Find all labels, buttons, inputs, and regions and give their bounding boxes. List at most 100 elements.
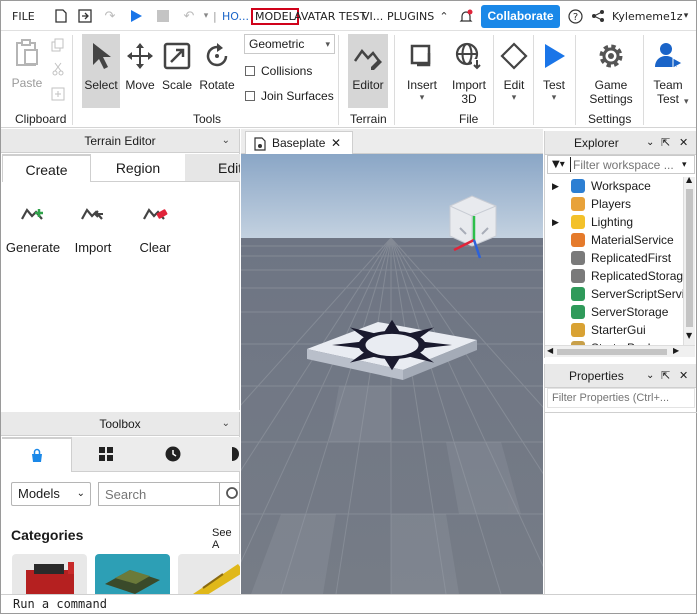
collisions-checkbox-box[interactable] xyxy=(245,66,255,76)
chevron-down-icon[interactable]: ▾ xyxy=(684,97,689,107)
collisions-checkbox[interactable]: Collisions xyxy=(245,64,312,78)
tab-plugins[interactable]: PLUGINS xyxy=(387,10,434,23)
select-cursor-icon xyxy=(85,40,117,72)
generate-tool[interactable]: Generate xyxy=(5,199,61,255)
collaborate-button[interactable]: Collaborate xyxy=(481,5,560,28)
clear-tool[interactable]: Clear xyxy=(133,199,177,255)
file-menu[interactable]: FILE xyxy=(12,10,35,23)
tab-inventory[interactable] xyxy=(72,437,139,472)
scroll-up-icon[interactable]: ▲ xyxy=(686,175,692,184)
cut-icon[interactable] xyxy=(51,62,65,79)
select-tool-button[interactable]: Select xyxy=(82,34,120,108)
chevron-down-icon[interactable]: ⌄ xyxy=(646,364,654,388)
tab-home[interactable]: HO... xyxy=(222,10,249,23)
test-button[interactable]: Test ▾ xyxy=(537,40,571,103)
chevron-down-icon[interactable]: ▾ xyxy=(680,160,687,170)
redo-icon[interactable]: ↷ xyxy=(102,8,118,24)
explorer-item-lighting[interactable]: ▶ Lighting xyxy=(552,213,633,231)
move-tool-button[interactable]: Move xyxy=(122,40,158,92)
tab-create[interactable]: Create xyxy=(2,154,91,182)
scroll-left-icon[interactable]: ◀ xyxy=(547,346,553,355)
stop-icon[interactable] xyxy=(155,8,171,24)
undock-icon[interactable]: ⇱ xyxy=(661,364,670,388)
help-icon[interactable]: ? xyxy=(567,8,583,24)
paste-button[interactable]: Paste xyxy=(9,37,45,90)
copy-icon[interactable] xyxy=(51,38,65,55)
insert-button[interactable]: Insert ▾ xyxy=(402,40,442,103)
account-dropdown-icon[interactable]: ▾ xyxy=(678,8,694,24)
explorer-item-startergui[interactable]: StarterGui xyxy=(571,321,646,339)
explorer-hscrollbar[interactable]: ◀ ▶ xyxy=(545,345,695,357)
tab-edit[interactable]: Edit xyxy=(185,154,240,182)
notification-bell-icon[interactable] xyxy=(458,8,474,24)
tab-region[interactable]: Region xyxy=(91,154,185,182)
chevron-down-icon[interactable]: ⌄ xyxy=(222,129,230,153)
search-button[interactable] xyxy=(220,482,240,506)
rotate-tool-button[interactable]: Rotate xyxy=(197,40,237,92)
explorer-item-replicatedstorage[interactable]: ReplicatedStorage xyxy=(571,267,683,285)
import-3d-button[interactable]: Import 3D xyxy=(448,40,490,106)
play-icon[interactable] xyxy=(128,8,144,24)
tab-recent[interactable] xyxy=(139,437,206,472)
game-settings-button[interactable]: Game Settings xyxy=(585,40,637,106)
explorer-filter-input[interactable] xyxy=(570,157,680,172)
undo-icon[interactable]: ↶ xyxy=(181,8,197,24)
tab-baseplate[interactable]: Baseplate ✕ xyxy=(245,131,353,154)
tab-marketplace[interactable] xyxy=(2,437,72,472)
explorer-item-players[interactable]: Players xyxy=(571,195,631,213)
close-icon[interactable]: ✕ xyxy=(331,132,341,154)
terrain-editor-button[interactable]: Editor xyxy=(348,34,388,108)
explorer-item-workspace[interactable]: ▶ Workspace xyxy=(552,177,651,195)
filter-icon[interactable]: ▼▾ xyxy=(548,159,570,170)
category-thumbnail[interactable] xyxy=(95,554,170,594)
insert-label: Insert xyxy=(406,78,437,92)
join-surfaces-checkbox-box[interactable] xyxy=(245,91,255,101)
new-file-icon[interactable] xyxy=(53,8,69,24)
tab-avatar-test[interactable]: AVATAR TEST xyxy=(294,10,366,23)
3d-viewport[interactable] xyxy=(241,154,543,594)
tab-creations[interactable] xyxy=(206,437,240,472)
undo-dropdown-icon[interactable]: ▾ xyxy=(198,8,214,24)
category-thumbnail[interactable] xyxy=(12,554,87,594)
close-icon[interactable]: ✕ xyxy=(679,364,688,388)
edit-button[interactable]: Edit ▾ xyxy=(497,40,531,103)
terrain-group-label: Terrain xyxy=(350,112,387,126)
materialservice-icon xyxy=(571,233,585,247)
toolbox-search-input[interactable] xyxy=(98,482,220,506)
hscrollbar-thumb[interactable] xyxy=(557,349,667,355)
scrollbar-thumb[interactable] xyxy=(686,189,693,327)
duplicate-icon[interactable] xyxy=(51,87,65,104)
chevron-down-icon[interactable]: ⌄ xyxy=(222,412,230,436)
category-select[interactable]: Models ⌄ xyxy=(11,482,91,506)
explorer-scrollbar[interactable]: ▲ ▼ xyxy=(683,175,695,345)
tab-view[interactable]: VI... xyxy=(362,10,383,23)
command-bar[interactable]: Run a command xyxy=(1,594,696,613)
explorer-filter[interactable]: ▼▾ ▾ xyxy=(547,155,695,174)
explorer-item-serverscriptservice[interactable]: ServerScriptService xyxy=(571,285,683,303)
scale-tool-button[interactable]: Scale xyxy=(159,40,195,92)
share-icon[interactable] xyxy=(590,8,606,24)
collapse-ribbon-icon[interactable]: ⌃ xyxy=(436,8,452,24)
expand-arrow-icon[interactable]: ▶ xyxy=(552,217,559,228)
username[interactable]: Kylememe1z xyxy=(612,10,683,23)
scroll-right-icon[interactable]: ▶ xyxy=(673,346,679,355)
explorer-item-serverstorage[interactable]: ServerStorage xyxy=(571,303,668,321)
snap-mode-select[interactable]: Geometric ▾ xyxy=(244,34,335,54)
explorer-item-replicatedfirst[interactable]: ReplicatedFirst xyxy=(571,249,671,267)
tab-model[interactable]: MODEL xyxy=(251,8,299,25)
terrain-editor-label: Editor xyxy=(352,78,384,92)
undock-icon[interactable]: ⇱ xyxy=(661,131,670,155)
expand-arrow-icon[interactable]: ▶ xyxy=(552,181,559,192)
chevron-down-icon[interactable]: ⌄ xyxy=(646,131,654,155)
explorer-item-materialservice[interactable]: MaterialService xyxy=(571,231,674,249)
see-all-link[interactable]: See A xyxy=(212,527,239,551)
properties-filter-input[interactable] xyxy=(547,388,695,408)
join-surfaces-checkbox[interactable]: Join Surfaces xyxy=(245,89,334,103)
import-tool[interactable]: Import xyxy=(69,199,117,255)
publish-icon[interactable] xyxy=(77,8,93,24)
close-icon[interactable]: ✕ xyxy=(679,131,688,155)
team-test-button[interactable]: Team Test xyxy=(649,40,687,106)
scroll-down-icon[interactable]: ▼ xyxy=(686,331,692,340)
category-thumbnail[interactable] xyxy=(178,554,240,594)
menu-divider: | xyxy=(213,10,217,23)
